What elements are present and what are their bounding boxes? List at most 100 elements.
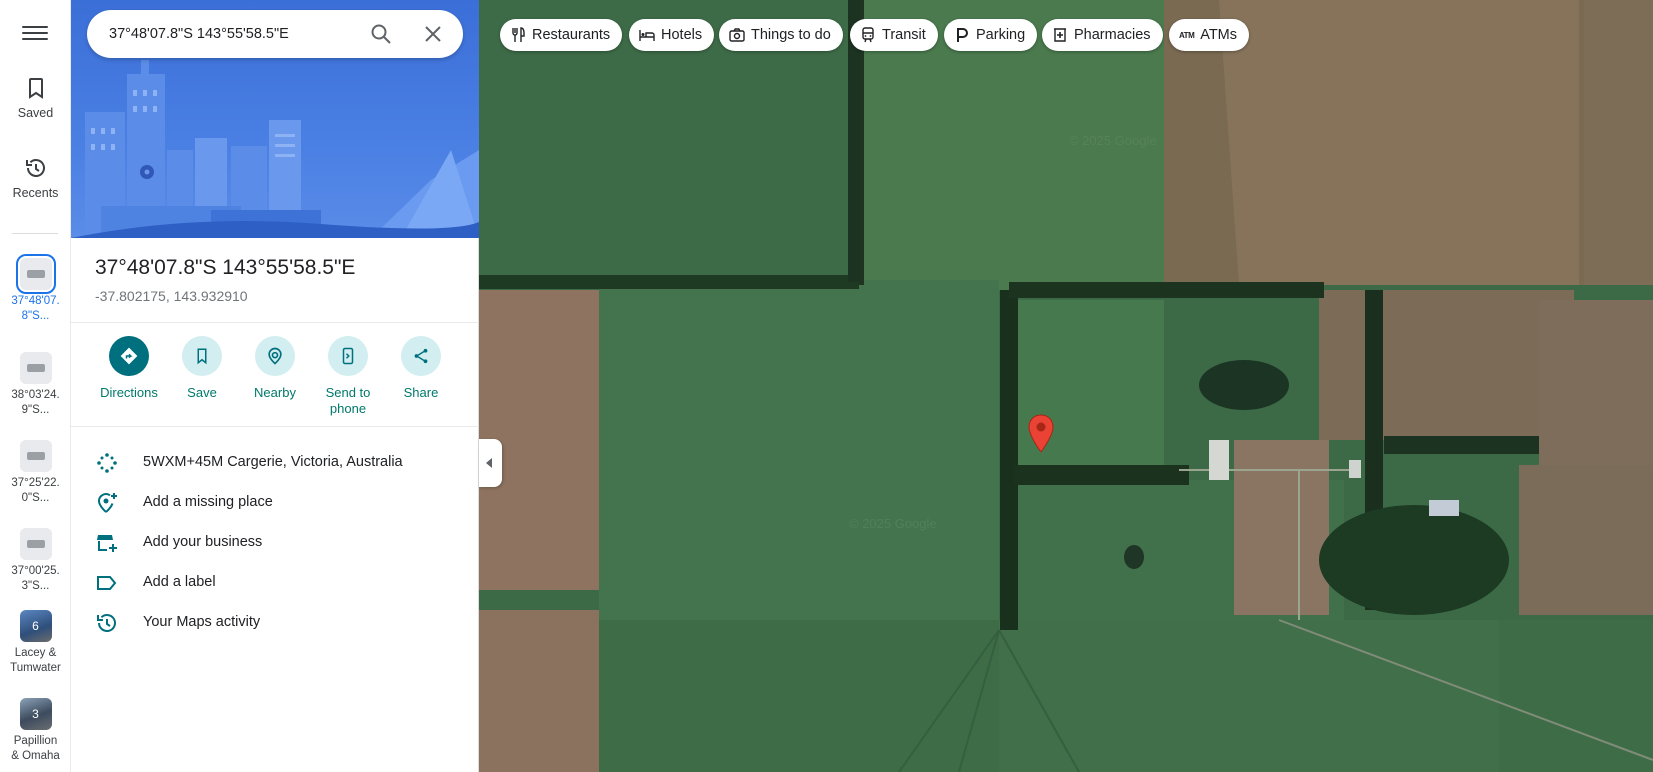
search-input[interactable] <box>109 22 359 46</box>
recent-label: 37°25'22. <box>11 477 60 489</box>
maps-activity-text: Your Maps activity <box>143 614 261 630</box>
plus-code-icon <box>97 453 117 473</box>
recent-item[interactable]: 6 Lacey & Tumwater <box>0 610 71 676</box>
atm-icon: ATM <box>1179 30 1195 40</box>
add-business-icon <box>97 535 117 552</box>
chip-label: Things to do <box>751 27 831 43</box>
plus-code-text: 5WXM+45M Cargerie, Victoria, Australia <box>143 454 403 470</box>
chip-label: ATMs <box>1200 27 1238 43</box>
panel-divider <box>71 322 479 323</box>
recents-label: Recents <box>12 186 59 200</box>
menu-icon[interactable] <box>22 22 48 46</box>
recent-photo: 3 <box>19 698 52 730</box>
recent-item[interactable]: 37°48'07. 8"S... <box>0 254 71 324</box>
recent-label: 3"S... <box>21 580 50 592</box>
maps-activity-row[interactable]: Your Maps activity <box>71 603 479 643</box>
recent-label: 9"S... <box>21 404 50 416</box>
saved-button[interactable]: Saved <box>0 76 71 120</box>
chip-pharmacies[interactable]: Pharmacies <box>1042 19 1163 51</box>
map-watermark: © 2025 Google <box>849 516 937 531</box>
directions-icon <box>109 336 149 376</box>
recent-thumbnail <box>19 440 52 472</box>
recent-label: 37°48'07. <box>11 295 60 307</box>
action-buttons: Directions Save Nearby Send to phone Sha… <box>71 336 479 426</box>
parking-icon <box>957 28 968 42</box>
satellite-map[interactable]: © 2025 Google © 2025 Google <box>479 0 1653 772</box>
satellite-imagery: © 2025 Google © 2025 Google <box>479 0 1653 772</box>
recent-label: 8"S... <box>21 310 50 322</box>
recent-thumbnail <box>19 352 52 384</box>
add-business-text: Add your business <box>143 534 263 550</box>
recent-label: Papillion <box>13 735 58 747</box>
label-icon <box>97 576 117 590</box>
chip-parking[interactable]: Parking <box>944 19 1038 51</box>
recent-item[interactable]: 37°00'25. 3"S... <box>0 528 71 594</box>
left-rail: Saved Recents 37°48'07. 8"S... 38°03'24.… <box>0 0 71 772</box>
chip-things-to-do[interactable]: Things to do <box>719 19 843 51</box>
recent-label: 37°00'25. <box>11 565 60 577</box>
place-title: 37°48'07.8"S 143°55'58.5"E <box>95 256 356 279</box>
place-coordinates: -37.802175, 143.932910 <box>95 288 248 304</box>
saved-label: Saved <box>17 106 54 120</box>
hotel-icon <box>639 30 655 41</box>
add-missing-place-text: Add a missing place <box>143 494 273 510</box>
panel-divider <box>71 426 479 427</box>
recent-label: 38°03'24. <box>11 389 60 401</box>
chip-atms[interactable]: ATM ATMs <box>1169 19 1250 51</box>
rail-divider <box>12 233 58 234</box>
chip-label: Pharmacies <box>1074 27 1151 43</box>
history-icon <box>25 159 45 177</box>
recent-item[interactable]: 38°03'24. 9"S... <box>0 352 71 418</box>
send-to-phone-label-line2: phone <box>329 401 367 416</box>
place-panel: 37°48'07.8"S 143°55'58.5"E -37.802175, 1… <box>71 0 479 772</box>
send-to-phone-label: Send to <box>325 385 371 400</box>
chip-restaurants[interactable]: Restaurants <box>500 19 623 51</box>
share-button[interactable]: Share <box>385 336 457 401</box>
restaurant-icon <box>512 27 525 42</box>
chip-transit[interactable]: Transit <box>850 19 938 51</box>
bookmark-icon <box>28 78 43 99</box>
chip-label: Restaurants <box>532 27 611 43</box>
recent-label: & Omaha <box>11 750 60 762</box>
camera-icon <box>729 28 745 42</box>
map-watermark: © 2025 Google <box>1069 133 1157 148</box>
recents-button[interactable]: Recents <box>0 156 71 200</box>
recent-thumbnail <box>15 254 56 294</box>
add-business-row[interactable]: Add your business <box>71 523 479 563</box>
recent-photo: 6 <box>19 610 52 642</box>
save-button[interactable]: Save <box>166 336 238 401</box>
directions-button[interactable]: Directions <box>93 336 165 401</box>
collapse-panel-button[interactable] <box>479 439 502 487</box>
plus-code-row[interactable]: 5WXM+45M Cargerie, Victoria, Australia <box>71 443 479 483</box>
nearby-icon <box>255 336 295 376</box>
transit-icon <box>862 27 874 43</box>
location-pin-icon[interactable] <box>1027 414 1055 454</box>
add-missing-place-row[interactable]: Add a missing place <box>71 483 479 523</box>
directions-label: Directions <box>100 385 158 400</box>
recent-thumbnail <box>19 528 52 560</box>
send-to-phone-button[interactable]: Send to phone <box>312 336 384 417</box>
nearby-button[interactable]: Nearby <box>239 336 311 401</box>
chip-label: Parking <box>976 27 1026 43</box>
nearby-label: Nearby <box>254 385 296 400</box>
recent-label: Lacey & <box>14 647 57 659</box>
place-hero-illustration <box>71 0 479 238</box>
search-box <box>87 10 463 58</box>
add-label-text: Add a label <box>143 574 216 590</box>
share-label: Share <box>403 385 439 400</box>
phone-send-icon <box>328 336 368 376</box>
search-icon[interactable] <box>369 22 393 46</box>
chip-hotels[interactable]: Hotels <box>629 19 715 51</box>
save-label: Save <box>187 385 217 400</box>
recent-item[interactable]: 37°25'22. 0"S... <box>0 440 71 506</box>
recent-label: 0"S... <box>21 492 50 504</box>
photo-count: 3 <box>32 707 39 721</box>
close-icon[interactable] <box>421 22 445 46</box>
add-place-icon <box>97 493 117 513</box>
chip-label: Transit <box>882 27 926 43</box>
bookmark-icon <box>182 336 222 376</box>
recent-item[interactable]: 3 Papillion & Omaha <box>0 698 71 764</box>
chip-label: Hotels <box>661 27 703 43</box>
recent-label: Tumwater <box>10 662 61 674</box>
add-label-row[interactable]: Add a label <box>71 563 479 603</box>
